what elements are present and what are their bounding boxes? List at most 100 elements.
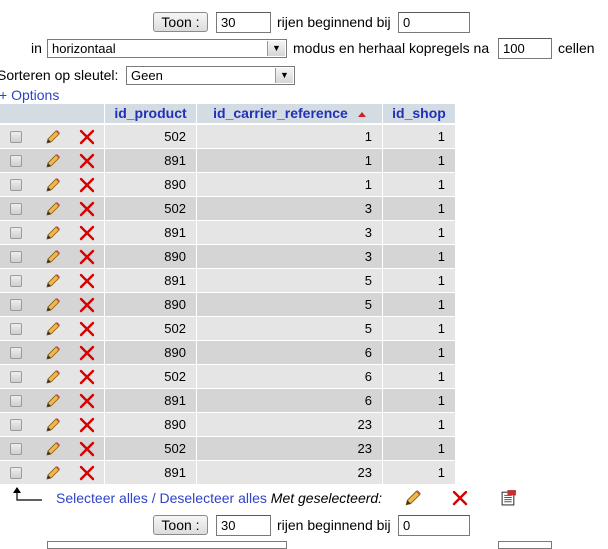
- cell-id-shop: 1: [383, 245, 455, 268]
- mode-select-bottom[interactable]: [47, 541, 287, 549]
- table-row[interactable]: 891 6 1: [0, 389, 456, 413]
- row-checkbox[interactable]: [10, 131, 22, 143]
- delete-x-icon[interactable]: [79, 297, 95, 313]
- delete-x-icon[interactable]: [79, 393, 95, 409]
- pencil-icon[interactable]: [45, 393, 61, 409]
- delete-x-icon[interactable]: [79, 417, 95, 433]
- table-row[interactable]: 502 5 1: [0, 317, 456, 341]
- pencil-icon[interactable]: [45, 273, 61, 289]
- delete-x-icon[interactable]: [79, 153, 95, 169]
- table-row[interactable]: 502 1 1: [0, 125, 456, 149]
- row-checkbox[interactable]: [10, 251, 22, 263]
- row-actions: [0, 413, 104, 436]
- row-checkbox[interactable]: [10, 155, 22, 167]
- delete-x-icon[interactable]: [79, 273, 95, 289]
- delete-x-icon[interactable]: [79, 321, 95, 337]
- pencil-icon[interactable]: [404, 489, 422, 507]
- row-checkbox[interactable]: [10, 179, 22, 191]
- table-row[interactable]: 891 1 1: [0, 149, 456, 173]
- with-selected-label: Met geselecteerd:: [270, 490, 383, 506]
- export-icon[interactable]: [500, 489, 517, 506]
- header-id-carrier-reference[interactable]: id_carrier_reference: [197, 104, 382, 123]
- repeat-headers-input-bottom[interactable]: [498, 541, 552, 549]
- delete-x-icon[interactable]: [79, 225, 95, 241]
- pencil-icon[interactable]: [45, 129, 61, 145]
- delete-x-icon[interactable]: [79, 369, 95, 385]
- row-checkbox[interactable]: [10, 275, 22, 287]
- table-row[interactable]: 890 1 1: [0, 173, 456, 197]
- sort-ascending-icon: [357, 111, 366, 117]
- cell-id-shop: 1: [383, 293, 455, 316]
- cell-id-product: 891: [105, 461, 196, 484]
- mode-select[interactable]: horizontaal ▼: [47, 39, 287, 58]
- pencil-icon[interactable]: [45, 345, 61, 361]
- pencil-icon[interactable]: [45, 417, 61, 433]
- table-row[interactable]: 502 3 1: [0, 197, 456, 221]
- table-row[interactable]: 890 23 1: [0, 413, 456, 437]
- rows-count-input-bottom[interactable]: 30: [216, 515, 271, 536]
- show-button-bottom[interactable]: Toon :: [153, 515, 208, 535]
- delete-x-icon[interactable]: [79, 177, 95, 193]
- row-checkbox[interactable]: [10, 299, 22, 311]
- options-link[interactable]: + Options: [0, 87, 59, 103]
- pencil-icon[interactable]: [45, 297, 61, 313]
- row-checkbox[interactable]: [10, 203, 22, 215]
- row-checkbox[interactable]: [10, 395, 22, 407]
- sort-label: Sorteren op sleutel:: [0, 67, 119, 83]
- table-row[interactable]: 890 3 1: [0, 245, 456, 269]
- delete-x-icon[interactable]: [79, 201, 95, 217]
- select-all-link[interactable]: Selecteer alles: [56, 490, 148, 506]
- header-id-product[interactable]: id_product: [105, 104, 196, 123]
- row-checkbox[interactable]: [10, 443, 22, 455]
- pencil-icon[interactable]: [45, 465, 61, 481]
- table-row[interactable]: 890 6 1: [0, 341, 456, 365]
- in-label: in: [31, 40, 42, 56]
- delete-x-icon[interactable]: [452, 490, 468, 506]
- row-checkbox[interactable]: [10, 227, 22, 239]
- row-checkbox[interactable]: [10, 419, 22, 431]
- pencil-icon[interactable]: [45, 369, 61, 385]
- cell-id-carrier-reference: 23: [197, 461, 382, 484]
- table-row[interactable]: 502 6 1: [0, 365, 456, 389]
- row-actions: [0, 317, 104, 340]
- table-row[interactable]: 891 5 1: [0, 269, 456, 293]
- show-button[interactable]: Toon :: [153, 12, 208, 32]
- delete-x-icon[interactable]: [79, 441, 95, 457]
- pencil-icon[interactable]: [45, 177, 61, 193]
- delete-x-icon[interactable]: [79, 345, 95, 361]
- start-row-input[interactable]: 0: [398, 12, 470, 33]
- pencil-icon[interactable]: [45, 201, 61, 217]
- delete-x-icon[interactable]: [79, 129, 95, 145]
- rows-count-input[interactable]: 30: [216, 12, 271, 33]
- pencil-icon[interactable]: [45, 441, 61, 457]
- table-row[interactable]: 891 3 1: [0, 221, 456, 245]
- row-checkbox[interactable]: [10, 371, 22, 383]
- table-row[interactable]: 890 5 1: [0, 293, 456, 317]
- cell-id-carrier-reference: 23: [197, 437, 382, 460]
- rows-label: rijen beginnend bij: [277, 14, 391, 30]
- row-actions: [0, 173, 104, 196]
- cell-id-carrier-reference: 5: [197, 269, 382, 292]
- chevron-down-icon: ▼: [267, 41, 285, 56]
- deselect-all-link[interactable]: Deselecteer alles: [160, 490, 267, 506]
- pencil-icon[interactable]: [45, 153, 61, 169]
- row-checkbox[interactable]: [10, 347, 22, 359]
- row-checkbox[interactable]: [10, 323, 22, 335]
- pencil-icon[interactable]: [45, 225, 61, 241]
- cell-id-product: 502: [105, 365, 196, 388]
- pencil-icon[interactable]: [45, 321, 61, 337]
- cell-id-product: 890: [105, 413, 196, 436]
- sort-select[interactable]: Geen ▼: [126, 66, 295, 85]
- corner-arrow-icon: [13, 487, 42, 501]
- table-row[interactable]: 891 23 1: [0, 461, 456, 485]
- sort-select-value: Geen: [131, 68, 163, 83]
- start-row-input-bottom[interactable]: 0: [398, 515, 470, 536]
- delete-x-icon[interactable]: [79, 249, 95, 265]
- delete-x-icon[interactable]: [79, 465, 95, 481]
- header-id-shop[interactable]: id_shop: [383, 104, 455, 123]
- row-checkbox[interactable]: [10, 467, 22, 479]
- cell-id-shop: 1: [383, 341, 455, 364]
- table-row[interactable]: 502 23 1: [0, 437, 456, 461]
- pencil-icon[interactable]: [45, 249, 61, 265]
- repeat-headers-input[interactable]: 100: [498, 38, 552, 59]
